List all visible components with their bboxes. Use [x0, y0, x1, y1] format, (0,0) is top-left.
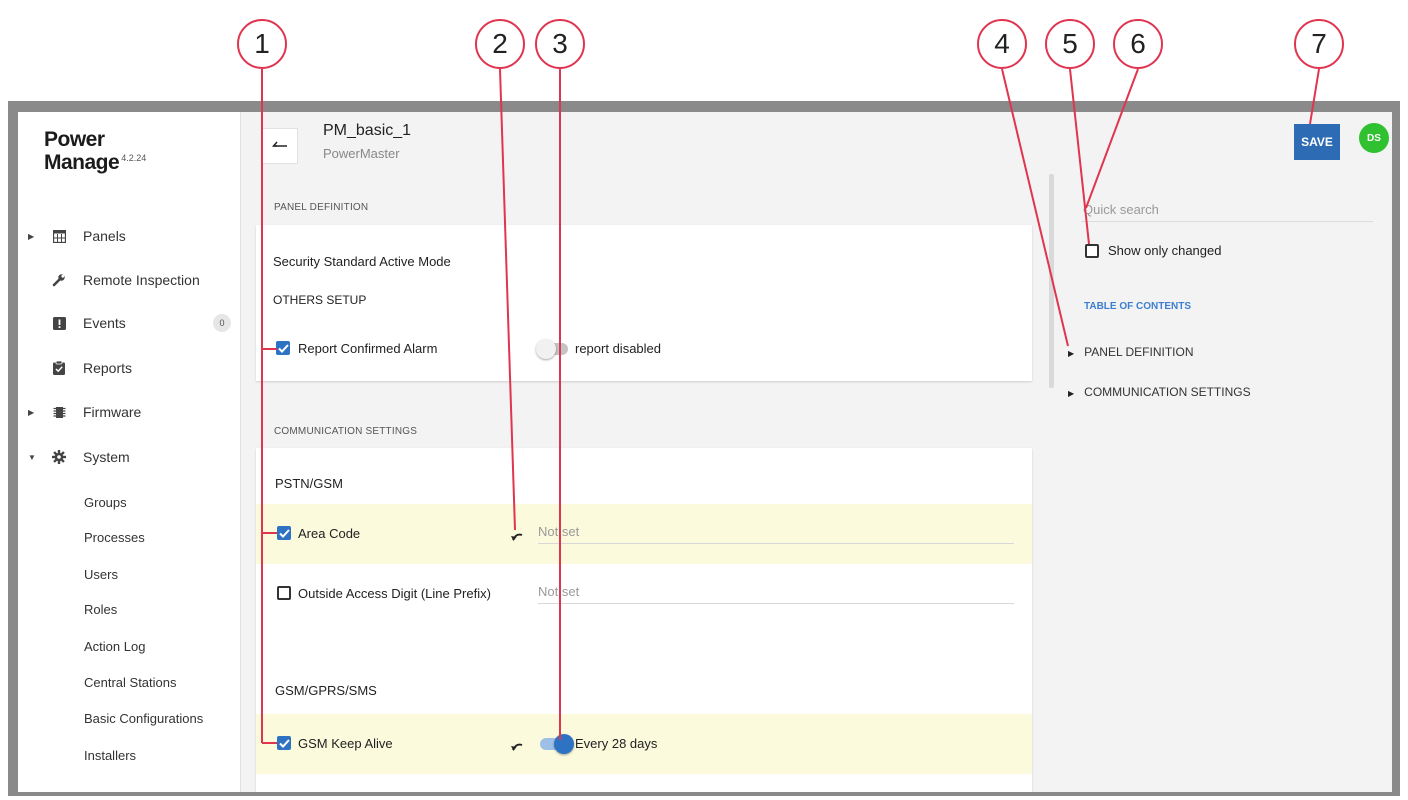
- toc-item-communication-settings[interactable]: ▶ COMMUNICATION SETTINGS: [1068, 385, 1251, 399]
- clipboard-icon: [52, 361, 66, 375]
- report-confirmed-alarm-label: Report Confirmed Alarm: [298, 341, 438, 356]
- security-mode-label: Security Standard Active Mode: [273, 254, 451, 269]
- report-confirmed-alarm-status: report disabled: [575, 341, 661, 356]
- toc-item-panel-definition[interactable]: ▶ PANEL DEFINITION: [1068, 345, 1194, 359]
- sidebar-item-label: Panels: [83, 228, 126, 244]
- communication-settings-card: PSTN/GSM Area Code Not set Outside Acces…: [256, 448, 1032, 792]
- callout-4: 4: [977, 19, 1027, 69]
- area-code-row: Area Code Not set: [256, 504, 1032, 564]
- wrench-icon: [52, 273, 66, 287]
- toc-item-label: PANEL DEFINITION: [1084, 345, 1194, 359]
- sidebar-subitem-central-stations[interactable]: Central Stations: [84, 675, 177, 690]
- quick-search-input[interactable]: [1081, 198, 1373, 222]
- sidebar-subitem-groups[interactable]: Groups: [84, 495, 127, 510]
- sidebar-item-panels[interactable]: ▶ Panels: [18, 221, 241, 251]
- outside-access-digit-input[interactable]: Not set: [538, 582, 1014, 604]
- show-only-changed-label: Show only changed: [1108, 243, 1222, 258]
- content-scrollbar[interactable]: [1049, 174, 1054, 388]
- outside-access-digit-label: Outside Access Digit (Line Prefix): [298, 586, 491, 601]
- callout-3: 3: [535, 19, 585, 69]
- callout-1: 1: [237, 19, 287, 69]
- sidebar-item-label: System: [83, 449, 130, 465]
- pstn-gsm-heading: PSTN/GSM: [275, 476, 343, 491]
- section-heading-panel-definition: PANEL DEFINITION: [274, 202, 369, 213]
- sidebar-item-label: Reports: [83, 360, 133, 376]
- panel-definition-card: Security Standard Active Mode OTHERS SET…: [256, 225, 1032, 381]
- page-subtitle: PowerMaster: [323, 146, 400, 161]
- others-setup-heading: OTHERS SETUP: [273, 293, 367, 307]
- logo-line-1: Power: [44, 128, 105, 151]
- caret-right-icon[interactable]: ▶: [28, 232, 34, 241]
- caret-right-icon[interactable]: ▶: [28, 408, 34, 417]
- grid-icon: [52, 229, 66, 243]
- logo-line-2: Manage: [44, 151, 120, 174]
- gsm-keep-alive-status: Every 28 days: [575, 736, 658, 751]
- sidebar-item-label: Remote Inspection: [83, 272, 200, 288]
- table-of-contents-heading: TABLE OF CONTENTS: [1084, 301, 1192, 312]
- report-confirmed-alarm-checkbox[interactable]: [276, 341, 290, 355]
- page-title: PM_basic_1: [323, 122, 412, 139]
- sidebar-item-label: Events: [83, 315, 126, 331]
- area-code-input[interactable]: Not set: [538, 522, 1014, 544]
- sidebar-subitem-roles[interactable]: Roles: [84, 602, 117, 617]
- callout-2: 2: [475, 19, 525, 69]
- sidebar-item-firmware[interactable]: ▶ Firmware: [18, 397, 241, 427]
- app-window: Power Manage 4.2.24 ▶ Panels Remote Inspe…: [18, 112, 1392, 792]
- gsm-keep-alive-checkbox[interactable]: [277, 736, 291, 750]
- gsm-keep-alive-label: GSM Keep Alive: [298, 736, 393, 751]
- sidebar-subitem-basic-configurations[interactable]: Basic Configurations: [84, 711, 203, 726]
- section-heading-communication-settings: COMMUNICATION SETTINGS: [274, 426, 418, 437]
- back-button[interactable]: [262, 128, 298, 164]
- callout-6: 6: [1113, 19, 1163, 69]
- sidebar-item-reports[interactable]: Reports: [18, 353, 241, 383]
- sidebar-subitem-users[interactable]: Users: [84, 567, 118, 582]
- undo-icon[interactable]: [510, 530, 524, 542]
- app-logo: Power Manage 4.2.24: [44, 128, 147, 174]
- callout-5: 5: [1045, 19, 1095, 69]
- sidebar-item-label: Firmware: [83, 404, 142, 420]
- callout-7: 7: [1294, 19, 1344, 69]
- save-button[interactable]: SAVE: [1294, 124, 1340, 160]
- arrow-left-icon: [271, 137, 288, 155]
- toc-item-label: COMMUNICATION SETTINGS: [1084, 385, 1251, 399]
- gear-icon: [52, 450, 66, 464]
- report-confirmed-alarm-toggle[interactable]: [536, 339, 568, 359]
- gsm-gprs-sms-heading: GSM/GPRS/SMS: [275, 683, 377, 698]
- sidebar-subitem-processes[interactable]: Processes: [84, 530, 145, 545]
- sidebar-item-events[interactable]: Events 0: [18, 308, 241, 338]
- avatar[interactable]: DS: [1359, 123, 1389, 153]
- sidebar-item-remote-inspection[interactable]: Remote Inspection: [18, 265, 241, 295]
- undo-icon[interactable]: [510, 740, 524, 752]
- gsm-keep-alive-toggle[interactable]: [540, 734, 574, 754]
- sidebar-subitem-installers[interactable]: Installers: [84, 748, 136, 763]
- app-version: 4.2.24: [121, 153, 147, 163]
- sidebar: Power Manage 4.2.24 ▶ Panels Remote Inspe…: [18, 112, 241, 792]
- show-only-changed-checkbox[interactable]: [1085, 244, 1099, 258]
- sidebar-item-system[interactable]: ▼ System: [18, 442, 241, 472]
- gsm-keep-alive-row: GSM Keep Alive Every 28 days: [256, 714, 1032, 774]
- caret-right-icon: ▶: [1068, 389, 1075, 398]
- alert-icon: [52, 316, 66, 330]
- area-code-label: Area Code: [298, 526, 361, 541]
- caret-right-icon: ▶: [1068, 349, 1075, 358]
- outside-access-digit-checkbox[interactable]: [277, 586, 291, 600]
- sidebar-subitem-action-log[interactable]: Action Log: [84, 639, 145, 654]
- caret-down-icon[interactable]: ▼: [28, 453, 36, 462]
- events-count-badge: 0: [213, 314, 231, 332]
- chip-icon: [52, 405, 66, 419]
- area-code-checkbox[interactable]: [277, 526, 291, 540]
